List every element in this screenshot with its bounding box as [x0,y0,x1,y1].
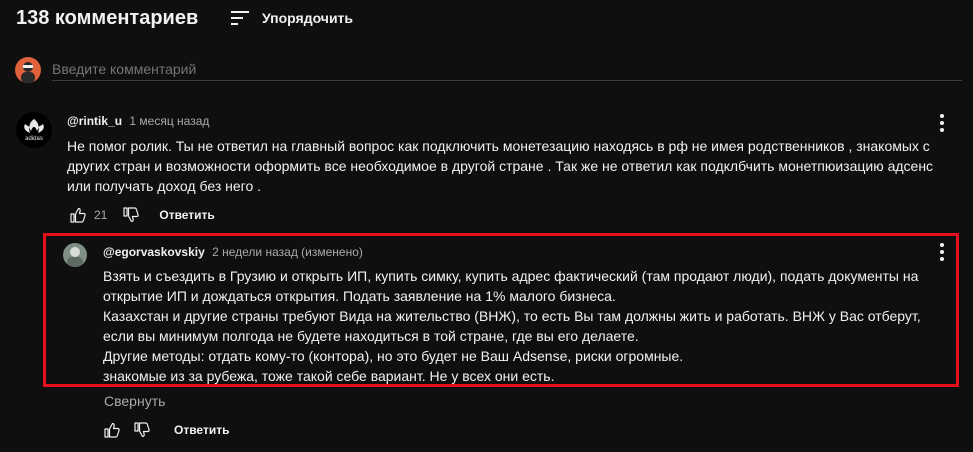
dislike-button[interactable] [117,203,145,227]
like-icon [70,207,86,223]
comment-text: Не помог ролик. Ты не ответил на главный… [67,138,934,194]
reply-text: Взять и съездить в Грузию и открыть ИП, … [103,268,921,384]
more-vert-icon [940,114,944,118]
dislike-icon [134,422,150,438]
like-button[interactable] [98,418,126,442]
commenter-avatar[interactable]: adidas [16,112,52,148]
reply-author-avatar[interactable] [63,243,87,267]
reply-author[interactable]: @egorvaskovskiy [103,245,205,259]
comment-author[interactable]: @rintik_u [67,114,122,128]
sort-button[interactable]: Упорядочить [230,6,353,30]
add-comment-input[interactable] [52,58,962,81]
comment-menu-button[interactable] [930,111,954,135]
likes-count: 21 [94,208,108,222]
collapse-replies-button[interactable]: Свернуть [104,393,165,409]
sort-icon [231,11,249,25]
reply-button[interactable]: Ответить [174,423,229,437]
like-button[interactable] [64,203,92,227]
reply-time[interactable]: 2 недели назад (изменено) [212,245,363,259]
more-vert-icon [940,243,944,247]
user-avatar [15,57,41,83]
reply-toolbar: Ответить [98,418,229,442]
comment-time[interactable]: 1 месяц назад [129,114,209,128]
reply-meta: @egorvaskovskiy 2 недели назад (изменено… [103,245,363,259]
dislike-button[interactable] [128,418,156,442]
adidas-logo: adidas [24,119,44,142]
reply-menu-button[interactable] [930,240,954,264]
comment-meta: @rintik_u 1 месяц назад [67,114,209,128]
svg-text:adidas: adidas [25,136,43,142]
dislike-icon [123,207,140,223]
comments-count: 138 комментариев [16,7,199,29]
like-icon [104,422,120,438]
sort-label: Упорядочить [262,10,354,26]
comment-toolbar: 21 Ответить [64,203,215,227]
reply-button[interactable]: Ответить [159,208,214,222]
